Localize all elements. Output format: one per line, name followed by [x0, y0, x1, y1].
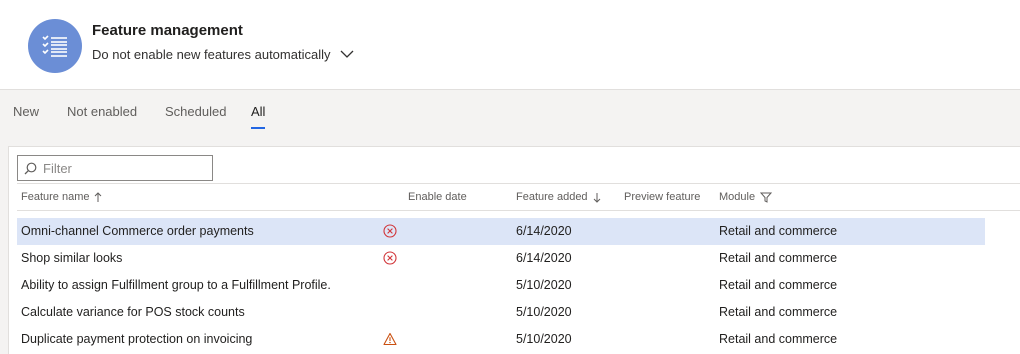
table-row[interactable]: Shop similar looks 6/14/2020 Retail and … — [17, 245, 985, 272]
feature-grid-panel: Feature name Enable date Feature added P… — [8, 146, 1020, 354]
tab-not-enabled[interactable]: Not enabled — [67, 104, 137, 119]
tab-new[interactable]: New — [13, 104, 39, 119]
table-row[interactable]: Duplicate payment protection on invoicin… — [17, 326, 985, 353]
column-module-label: Module — [719, 191, 756, 203]
error-circle-icon — [383, 251, 397, 265]
filter-input[interactable] — [41, 159, 205, 177]
feature-list-icon — [28, 19, 82, 73]
grid-column-header: Feature name Enable date Feature added P… — [17, 183, 1020, 211]
module-cell: Retail and commerce — [719, 332, 838, 346]
feature-added-cell: 5/10/2020 — [516, 332, 572, 346]
chevron-down-icon — [341, 50, 354, 58]
warning-icon — [383, 332, 397, 346]
table-row[interactable]: Ability to assign Fulfillment group to a… — [17, 272, 985, 299]
module-cell: Retail and commerce — [719, 278, 838, 292]
column-enable-date-label: Enable date — [408, 191, 467, 203]
column-feature-added-label: Feature added — [516, 191, 588, 203]
module-cell: Retail and commerce — [719, 305, 838, 319]
auto-enable-dropdown[interactable]: Do not enable new features automatically — [92, 47, 354, 62]
feature-name-cell: Ability to assign Fulfillment group to a… — [21, 278, 331, 292]
column-preview-feature[interactable]: Preview feature — [624, 191, 700, 203]
feature-name-cell: Calculate variance for POS stock counts — [21, 305, 245, 319]
module-cell: Retail and commerce — [719, 224, 838, 238]
table-row[interactable]: Calculate variance for POS stock counts … — [17, 299, 985, 326]
tab-scheduled[interactable]: Scheduled — [165, 104, 226, 119]
feature-rows: Omni-channel Commerce order payments 6/1… — [17, 218, 985, 353]
column-feature-added[interactable]: Feature added — [516, 191, 601, 203]
feature-added-cell: 6/14/2020 — [516, 224, 572, 238]
column-enable-date[interactable]: Enable date — [408, 191, 467, 203]
feature-added-cell: 5/10/2020 — [516, 305, 572, 319]
sort-ascending-icon — [95, 191, 102, 202]
feature-added-cell: 6/14/2020 — [516, 251, 572, 265]
feature-name-cell: Duplicate payment protection on invoicin… — [21, 332, 253, 346]
feature-name-cell: Shop similar looks — [21, 251, 123, 265]
module-cell: Retail and commerce — [719, 251, 838, 265]
page-header: Feature management Do not enable new fea… — [0, 0, 1020, 90]
column-preview-feature-label: Preview feature — [624, 191, 701, 203]
tab-all[interactable]: All — [251, 104, 266, 129]
feature-added-cell: 5/10/2020 — [516, 278, 572, 292]
column-feature-name-label: Feature name — [21, 191, 90, 203]
auto-enable-dropdown-label: Do not enable new features automatically — [92, 47, 331, 62]
sort-descending-icon — [593, 192, 600, 203]
table-row[interactable]: Omni-channel Commerce order payments 6/1… — [17, 218, 985, 245]
search-icon — [24, 162, 37, 174]
column-feature-name[interactable]: Feature name — [21, 191, 102, 203]
page-title: Feature management — [92, 22, 243, 39]
error-circle-icon — [383, 224, 397, 238]
filter-box — [17, 155, 213, 181]
feature-name-cell: Omni-channel Commerce order payments — [21, 224, 254, 238]
filter-funnel-icon[interactable] — [760, 192, 773, 203]
column-module[interactable]: Module — [719, 191, 773, 203]
